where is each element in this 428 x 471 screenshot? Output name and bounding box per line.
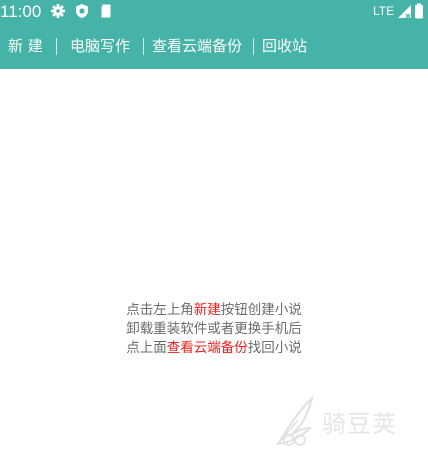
recycle-bin-button[interactable]: 回收站 bbox=[262, 36, 307, 56]
empty-line1-highlight: 新建 bbox=[193, 302, 221, 318]
pc-writing-button[interactable]: 电脑写作 bbox=[70, 36, 130, 56]
battery-icon bbox=[415, 3, 423, 19]
empty-state-line-3: 点上面查看云端备份找回小说 bbox=[0, 339, 428, 358]
empty-line3-highlight: 查看云端备份 bbox=[166, 340, 248, 356]
new-button[interactable]: 新 建 bbox=[8, 36, 43, 56]
empty-state-message: 点击左上角新建按钮创建小说 卸载重装软件或者更换手机后 点上面查看云端备份找回小… bbox=[0, 301, 428, 358]
app-screen: 11:00 LTE 新 建 电脑写作 查看云端备份 回收站 点击左上角新建按钮创… bbox=[0, 0, 428, 471]
toolbar-divider bbox=[56, 38, 57, 55]
watermark-text: 骑豆荚 bbox=[322, 410, 397, 438]
gear-icon bbox=[51, 4, 65, 18]
empty-line1-prefix: 点击左上角 bbox=[126, 302, 194, 318]
watermark: 骑豆荚 bbox=[268, 392, 418, 454]
empty-state-line-1: 点击左上角新建按钮创建小说 bbox=[0, 301, 428, 320]
network-type: LTE bbox=[373, 4, 395, 18]
signal-icon bbox=[398, 5, 411, 19]
empty-line3-suffix: 找回小说 bbox=[247, 340, 302, 356]
top-toolbar: 新 建 电脑写作 查看云端备份 回收站 bbox=[0, 24, 428, 69]
sd-card-icon bbox=[101, 4, 111, 18]
toolbar-divider bbox=[253, 38, 254, 55]
empty-line3-prefix: 点上面 bbox=[126, 340, 167, 356]
cloud-backup-button[interactable]: 查看云端备份 bbox=[152, 36, 242, 56]
shield-icon bbox=[76, 4, 88, 18]
feather-logo-icon bbox=[275, 394, 314, 446]
empty-line1-suffix: 按钮创建小说 bbox=[220, 302, 302, 318]
status-time: 11:00 bbox=[0, 2, 42, 21]
status-bar: 11:00 LTE bbox=[0, 0, 428, 24]
toolbar-divider bbox=[143, 38, 144, 55]
empty-state-line-2: 卸载重装软件或者更换手机后 bbox=[126, 321, 302, 337]
